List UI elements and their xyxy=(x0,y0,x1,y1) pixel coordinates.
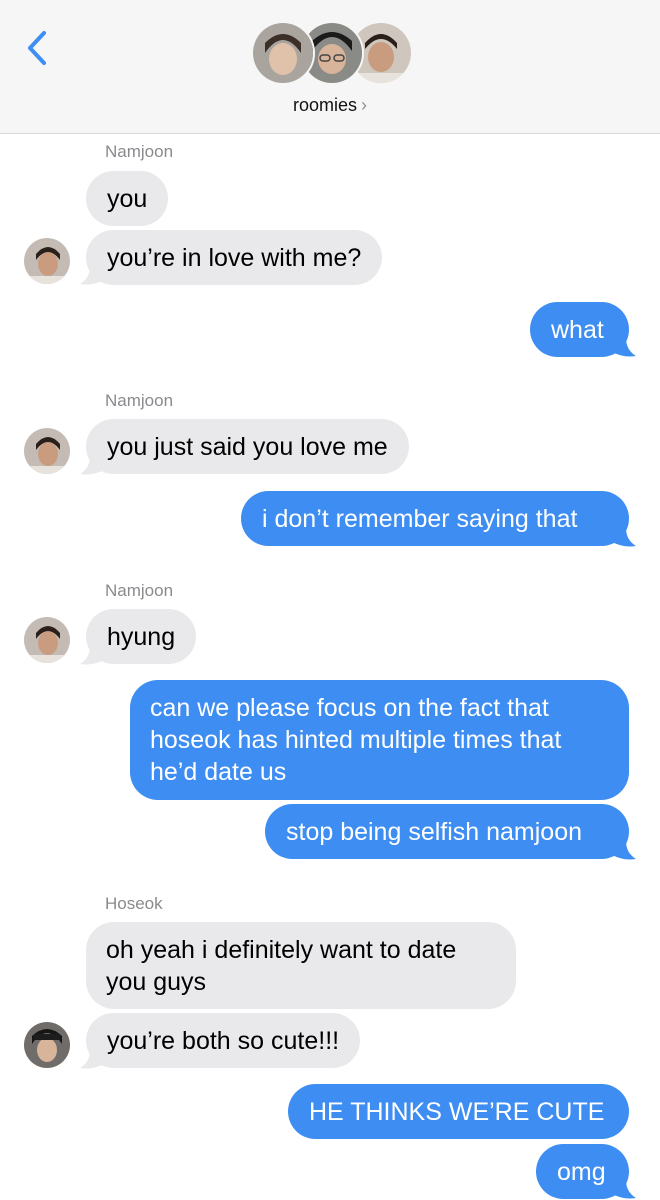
back-button[interactable] xyxy=(22,30,56,66)
chevron-right-icon: › xyxy=(361,95,368,115)
group-avatar-1[interactable] xyxy=(251,21,315,85)
message-text: you’re both so cute!!! xyxy=(107,1026,340,1055)
sender-label: Hoseok xyxy=(105,894,163,913)
sender-avatar[interactable] xyxy=(24,238,70,284)
message-bubble-incoming[interactable]: oh yeah i definitely want to date you gu… xyxy=(86,922,516,1009)
message-text: what xyxy=(551,315,604,344)
message-text: stop being selfish namjoon xyxy=(286,817,583,846)
message-bubble-outgoing[interactable]: omg xyxy=(536,1144,629,1199)
sender-avatar[interactable] xyxy=(24,1022,70,1068)
chevron-left-icon xyxy=(28,31,46,65)
message-bubble-incoming[interactable]: you’re in love with me? xyxy=(86,230,383,285)
message-bubble-outgoing[interactable]: i don’t remember saying that xyxy=(241,491,629,546)
sender-avatar[interactable] xyxy=(24,428,70,474)
message-text: omg xyxy=(557,1157,606,1186)
message-bubble-incoming[interactable]: you just said you love me xyxy=(86,419,409,474)
group-name-label: roomies xyxy=(292,95,358,115)
message-bubble-incoming[interactable]: you’re both so cute!!! xyxy=(86,1013,361,1068)
message-bubble-outgoing[interactable]: what xyxy=(530,302,629,357)
message-bubble-outgoing[interactable]: stop being selfish namjoon xyxy=(265,804,629,859)
message-text: you just said you love me xyxy=(107,432,388,461)
message-text: you’re in love with me? xyxy=(107,243,362,272)
message-text: hyung xyxy=(107,622,176,651)
message-bubble-outgoing[interactable]: HE THINKS WE’RE CUTE xyxy=(288,1084,629,1139)
message-bubble-incoming[interactable]: you xyxy=(86,171,169,226)
conversation-header: roomies › xyxy=(0,0,660,134)
group-name[interactable]: roomies › xyxy=(0,95,660,116)
message-bubble-outgoing[interactable]: can we please focus on the fact that hos… xyxy=(130,680,629,800)
message-text: you xyxy=(107,184,148,213)
message-text: can we please focus on the fact that hos… xyxy=(150,694,562,786)
sender-label: Namjoon xyxy=(105,391,174,410)
message-text: i don’t remember saying that xyxy=(262,504,578,533)
message-text: HE THINKS WE’RE CUTE xyxy=(309,1097,605,1126)
sender-avatar[interactable] xyxy=(24,617,70,663)
sender-label: Namjoon xyxy=(105,142,174,161)
message-bubble-incoming[interactable]: hyung xyxy=(86,609,197,664)
sender-label: Namjoon xyxy=(105,581,174,600)
message-text: oh yeah i definitely want to date you gu… xyxy=(106,935,457,996)
